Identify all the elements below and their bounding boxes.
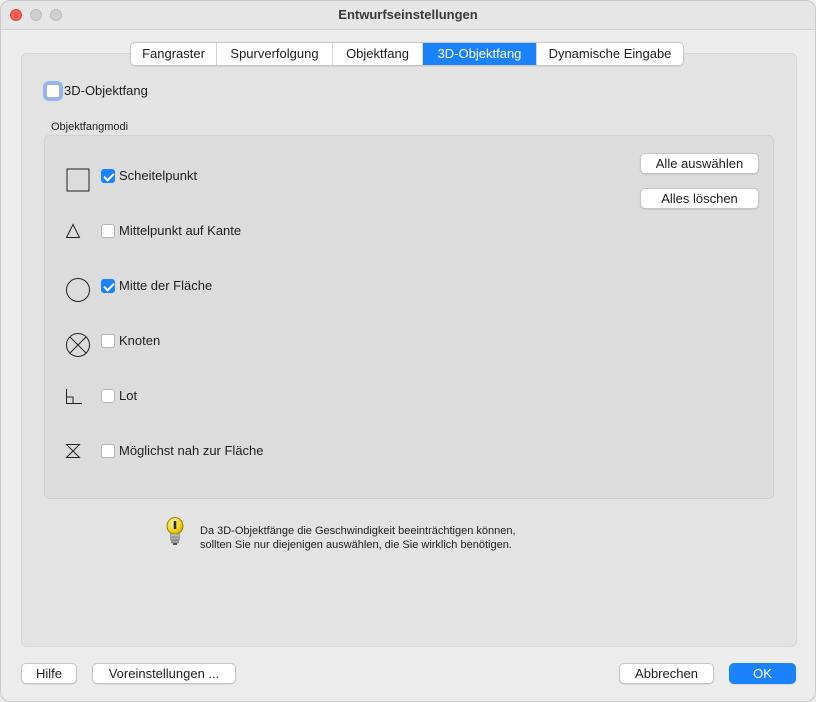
enable-3d-osnap-checkbox[interactable]	[46, 84, 60, 98]
perpendicular-checkbox[interactable]	[101, 389, 115, 403]
performance-info-text: Da 3D-Objektfänge die Geschwindigkeit be…	[200, 524, 516, 552]
tab-fangraster[interactable]: Fangraster	[131, 43, 217, 65]
ok-button[interactable]: OK	[729, 663, 796, 684]
tab-objektfang[interactable]: Objektfang	[333, 43, 423, 65]
tab-spurverfolgung[interactable]: Spurverfolgung	[217, 43, 333, 65]
dialog-window: Entwurfseinstellungen Fangraster Spurver…	[0, 0, 816, 702]
vertex-label[interactable]: Scheitelpunkt	[119, 168, 197, 184]
perpendicular-label[interactable]: Lot	[119, 388, 137, 404]
node-icon	[66, 333, 90, 357]
defaults-button[interactable]: Voreinstellungen ...	[92, 663, 236, 684]
edge-midpoint-checkbox[interactable]	[101, 224, 115, 238]
clear-all-button[interactable]: Alles löschen	[640, 188, 759, 209]
perpendicular-icon	[66, 389, 82, 404]
enable-3d-osnap-label[interactable]: 3D-Objektfang	[64, 83, 148, 99]
snap-modes-group-label: Objektfangmodi	[51, 121, 129, 133]
cancel-button[interactable]: Abbrechen	[619, 663, 714, 684]
node-checkbox[interactable]	[101, 334, 115, 348]
triangle-icon	[65, 223, 81, 238]
hourglass-icon	[65, 444, 81, 458]
title-bar: Entwurfseinstellungen	[1, 1, 815, 30]
nearest-to-face-label[interactable]: Möglichst nah zur Fläche	[119, 443, 264, 459]
node-label[interactable]: Knoten	[119, 333, 160, 349]
info-line-2: sollten Sie nur diejenigen auswählen, di…	[200, 539, 512, 551]
face-center-label[interactable]: Mitte der Fläche	[119, 278, 212, 294]
info-line-1: Da 3D-Objektfänge die Geschwindigkeit be…	[200, 525, 516, 537]
lightbulb-icon	[166, 517, 184, 545]
face-center-checkbox[interactable]	[101, 279, 115, 293]
tab-bar: Fangraster Spurverfolgung Objektfang 3D-…	[130, 42, 684, 66]
nearest-to-face-checkbox[interactable]	[101, 444, 115, 458]
square-icon	[66, 168, 90, 192]
edge-midpoint-label[interactable]: Mittelpunkt auf Kante	[119, 223, 241, 239]
tab-3d-objektfang[interactable]: 3D-Objektfang	[423, 43, 537, 65]
vertex-checkbox[interactable]	[101, 169, 115, 183]
tab-dynamische-eingabe[interactable]: Dynamische Eingabe	[537, 43, 683, 65]
window-title: Entwurfseinstellungen	[338, 7, 478, 22]
help-button[interactable]: Hilfe	[21, 663, 77, 684]
select-all-button[interactable]: Alle auswählen	[640, 153, 759, 174]
circle-icon	[66, 278, 90, 302]
